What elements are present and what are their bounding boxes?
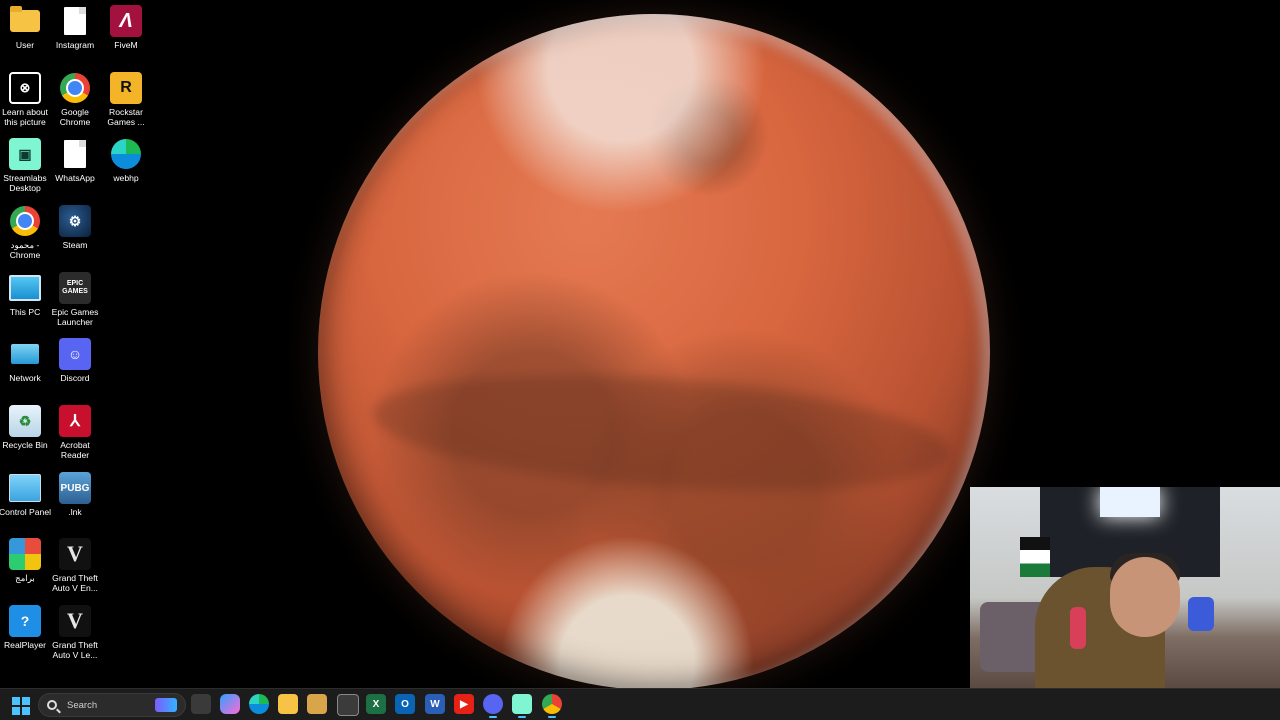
start-button[interactable] — [12, 697, 30, 715]
search-placeholder: Search — [67, 699, 98, 711]
discord-icon[interactable] — [483, 694, 503, 718]
desktop-icon-lnk[interactable]: PUBG .lnk — [50, 467, 100, 533]
icon-label: Google Chrome — [59, 107, 91, 127]
desktop-icon-google-chrome[interactable]: Google Chrome — [50, 67, 100, 133]
icon-label: محمود - Chrome — [9, 240, 41, 260]
icon-label: WhatsApp — [55, 173, 95, 183]
icon-label: Recycle Bin — [2, 440, 48, 450]
desktop-icon-discord[interactable]: ☺ Discord — [50, 333, 100, 399]
file-explorer-icon[interactable] — [278, 694, 298, 714]
copilot-icon[interactable] — [220, 694, 240, 714]
desktop-icon-streamlabs[interactable]: ▣ Streamlabs Desktop — [0, 133, 50, 199]
monitor-icon — [9, 272, 41, 304]
icon-label: Acrobat Reader — [60, 440, 90, 460]
notepad-icon[interactable] — [307, 694, 327, 714]
icon-label: Rockstar Games ... — [107, 107, 145, 127]
recycle-bin-icon: ♻ — [9, 405, 41, 437]
wallpaper-mars — [318, 14, 990, 688]
folder-icon — [9, 5, 41, 37]
mars-limb — [318, 14, 990, 688]
desktop-icon-instagram[interactable]: Instagram — [50, 0, 100, 66]
youtube-icon[interactable]: ▶ — [454, 694, 474, 714]
epic-games-icon: EPIC GAMES — [59, 272, 91, 304]
desktop-icon-baramej[interactable]: برامج — [0, 533, 50, 599]
webcam-headset — [1188, 597, 1214, 631]
desktop-icon-gta-en[interactable]: V Grand Theft Auto V En... — [50, 533, 100, 599]
chrome-icon[interactable] — [542, 694, 562, 718]
chrome-icon — [59, 72, 91, 104]
gta-icon: V — [59, 605, 91, 637]
desktop-icon-recycle-bin[interactable]: ♻ Recycle Bin — [0, 400, 50, 466]
desktop-icon-realplayer[interactable]: ? RealPlayer — [0, 600, 50, 666]
outlook-icon[interactable]: O — [395, 694, 415, 714]
desktop-icon-gta-le[interactable]: V Grand Theft Auto V Le... — [50, 600, 100, 666]
icon-label: FiveM — [114, 40, 138, 50]
icon-label: Discord — [60, 373, 90, 383]
icon-label: Instagram — [55, 40, 95, 50]
icon-label: Grand Theft Auto V En... — [52, 573, 98, 593]
rockstar-icon: R — [110, 72, 142, 104]
fivem-icon: Λ — [110, 5, 142, 37]
search-icon — [47, 700, 57, 710]
icon-label: Learn about this picture — [2, 107, 48, 127]
icon-label: برامج — [15, 573, 35, 583]
excel-icon[interactable]: X — [366, 694, 386, 714]
task-view-icon[interactable] — [191, 694, 211, 714]
icon-label: Epic Games Launcher — [51, 307, 99, 327]
icon-label: webhp — [113, 173, 139, 183]
realplayer-icon: ? — [9, 605, 41, 637]
desktop-icon-learn-about-picture[interactable]: ⊗ Learn about this picture — [0, 67, 50, 133]
desktop-icon-acrobat[interactable]: ⅄ Acrobat Reader — [50, 400, 100, 466]
gta-icon: V — [59, 538, 91, 570]
icon-label: Network — [9, 373, 41, 383]
icon-label: Grand Theft Auto V Le... — [52, 640, 98, 660]
webcam-microphone — [1070, 607, 1086, 649]
icon-label: This PC — [9, 307, 41, 317]
game-shortcut-icon: PUBG — [59, 472, 91, 504]
desktop-icon-rockstar[interactable]: R Rockstar Games ... — [101, 67, 151, 133]
edge-icon — [110, 138, 142, 170]
desktop-icon-user[interactable]: User — [0, 0, 50, 66]
desktop-icon-control-panel[interactable]: Control Panel — [0, 467, 52, 533]
control-panel-icon — [9, 472, 41, 504]
icon-label: Streamlabs Desktop — [3, 173, 47, 193]
icon-label: User — [15, 40, 35, 50]
store-icon[interactable] — [337, 694, 359, 716]
webcam-flag — [1020, 537, 1050, 577]
acrobat-icon: ⅄ — [59, 405, 91, 437]
icon-label: Steam — [62, 240, 88, 250]
icon-label: RealPlayer — [3, 640, 47, 650]
windows-logo-icon — [12, 697, 20, 705]
word-icon[interactable]: W — [425, 694, 445, 714]
desktop-icon-steam[interactable]: ⚙ Steam — [50, 200, 100, 266]
icon-label: Control Panel — [0, 507, 52, 517]
taskbar-search[interactable]: Search — [38, 693, 186, 717]
desktop: User ⊗ Learn about this picture ▣ Stream… — [0, 0, 1280, 688]
desktop-icon-whatsapp[interactable]: WhatsApp — [50, 133, 100, 199]
streamlabs-icon[interactable] — [512, 694, 532, 718]
streamlabs-icon: ▣ — [9, 138, 41, 170]
search-highlight-icon — [155, 698, 177, 712]
desktop-icon-network[interactable]: Network — [0, 333, 50, 399]
icon-label: .lnk — [68, 507, 82, 517]
network-icon — [9, 338, 41, 370]
desktop-icon-this-pc[interactable]: This PC — [0, 267, 50, 333]
desktop-icon-fivem[interactable]: Λ FiveM — [101, 0, 151, 66]
desktop-icon-grid: User ⊗ Learn about this picture ▣ Stream… — [0, 0, 152, 688]
webcam-overlay — [970, 487, 1280, 688]
apps-folder-icon — [9, 538, 41, 570]
taskbar: Search X O W ▶ — [0, 688, 1280, 720]
document-icon — [59, 138, 91, 170]
desktop-icon-mahmoud-chrome[interactable]: محمود - Chrome — [0, 200, 50, 266]
camera-icon: ⊗ — [9, 72, 41, 104]
desktop-icon-epic-games[interactable]: EPIC GAMES Epic Games Launcher — [50, 267, 100, 333]
desktop-icon-webhp[interactable]: webhp — [101, 133, 151, 199]
document-icon — [59, 5, 91, 37]
discord-icon: ☺ — [59, 338, 91, 370]
webcam-head — [1110, 557, 1180, 637]
chrome-icon — [9, 205, 41, 237]
edge-icon[interactable] — [249, 694, 269, 714]
steam-icon: ⚙ — [59, 205, 91, 237]
